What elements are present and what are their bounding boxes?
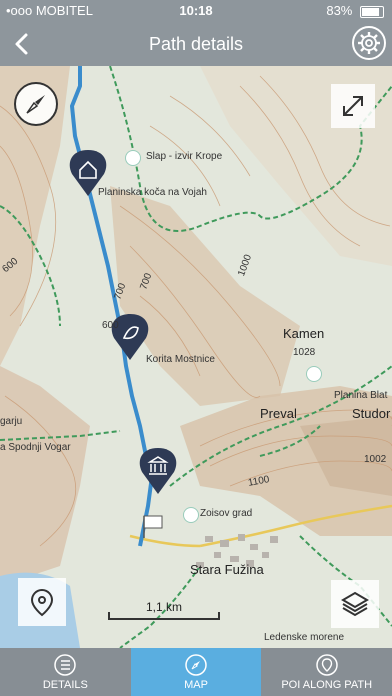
battery-fill [362,7,379,16]
map-label: a Spodnji Vogar [0,442,71,453]
map-label: garju [0,416,23,427]
scale-bar: 1,1 km [108,600,220,620]
poi-icon[interactable] [183,507,199,523]
tab-map[interactable]: MAP [130,648,262,696]
battery-icon [360,5,384,18]
layers-button[interactable] [331,580,379,628]
contour-label: 600 [102,320,119,331]
map-label: Preval [260,406,297,421]
poi-icon[interactable] [125,150,141,166]
map-label: Planinska koča na Vojah [98,187,207,198]
settings-button[interactable] [352,26,386,60]
poi-icon[interactable] [306,366,322,382]
compass-button[interactable] [14,82,58,126]
compass-needle-icon [26,95,45,114]
expand-icon [343,96,363,116]
tab-label: MAP [184,679,208,691]
map-view[interactable]: Slap - izvir Krope Planinska koča na Voj… [0,66,392,648]
list-icon [54,654,77,676]
gear-icon [358,32,380,54]
tab-poi-along-path[interactable]: POI ALONG PATH [261,648,392,696]
map-label: 1028 [293,347,316,358]
status-right: 83% [326,3,384,18]
scale-label: 1,1 km [145,600,182,614]
map-label: Kamen [283,326,325,341]
page-title: Path details [148,34,244,54]
map-label: Zoisov grad [200,508,253,519]
map-label: Stara Fužina [190,562,264,577]
map-label: Ledenske morene [264,632,345,643]
status-bar: •ooo MOBITEL 10:18 83% [0,0,392,22]
locate-button[interactable] [18,578,66,626]
compass-icon [185,654,207,676]
tab-label: DETAILS [42,679,88,691]
layers-icon [341,591,369,617]
location-pin-icon [30,588,54,617]
top-bar: •ooo MOBITEL 10:18 83% Path details [0,0,392,66]
fullscreen-button[interactable] [331,84,375,128]
tab-details[interactable]: DETAILS [0,648,131,696]
location-pin-icon [315,654,338,676]
map-label: 1002 [364,454,387,465]
map-label: Korita Mostnice [146,354,215,365]
map-label: Slap - izvir Krope [146,151,223,162]
tab-label: POI ALONG PATH [281,679,373,691]
nav-header: Path details [0,22,392,66]
map-label: Studor [352,406,391,421]
app-screen: •ooo MOBITEL 10:18 83% Path details Slap… [0,0,392,696]
bottom-tab-bar: DETAILS MAP POI ALONG PATH [0,648,392,696]
battery-percent: 83% [326,3,353,18]
map-label: Planina Blat [334,390,388,401]
